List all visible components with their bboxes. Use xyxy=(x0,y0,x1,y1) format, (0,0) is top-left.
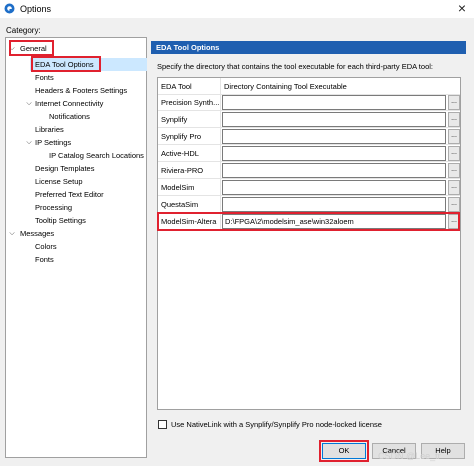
header-column-divider xyxy=(220,78,221,94)
browse-button[interactable]: ... xyxy=(448,95,460,110)
tool-path-input[interactable] xyxy=(222,180,446,195)
column-divider xyxy=(220,196,221,213)
panel-header: EDA Tool Options xyxy=(151,41,466,54)
tree-item-ip-settings[interactable]: IP Settings xyxy=(35,136,71,149)
table-row: Synplify Pro ... xyxy=(158,128,460,145)
column-header-eda-tool: EDA Tool xyxy=(161,79,219,94)
tool-path-input[interactable] xyxy=(222,163,446,178)
nativelink-label: Use NativeLink with a Synplify/Synplify … xyxy=(171,420,382,429)
table-row: Precision Synth... ... xyxy=(158,94,460,111)
tree-item-notifications[interactable]: Notifications xyxy=(49,110,90,123)
watermark: CSDN @Lee_tr xyxy=(378,451,441,461)
eda-tool-table: EDA Tool Directory Containing Tool Execu… xyxy=(157,77,461,410)
tool-path-input[interactable] xyxy=(222,129,446,144)
options-dialog: Options × Category: ⌵ General EDA Tool O… xyxy=(0,0,474,466)
tool-path-input[interactable] xyxy=(222,197,446,212)
highlight-box-ok xyxy=(319,440,369,462)
column-divider xyxy=(220,145,221,162)
tree-item-fonts[interactable]: Fonts xyxy=(35,71,54,84)
browse-button[interactable]: ... xyxy=(448,112,460,127)
tool-path-input[interactable] xyxy=(222,146,446,161)
quartus-app-icon xyxy=(4,3,15,14)
tree-item-messages-fonts[interactable]: Fonts xyxy=(35,253,54,266)
table-row: Active-HDL ... xyxy=(158,145,460,162)
highlight-box-modelsim-altera xyxy=(157,212,460,231)
tree-item-internet-connectivity[interactable]: Internet Connectivity xyxy=(35,97,103,110)
tree-item-libraries[interactable]: Libraries xyxy=(35,123,64,136)
tool-name: QuestaSim xyxy=(159,197,220,212)
table-row: Riviera-PRO ... xyxy=(158,162,460,179)
tree-item-headers-footers[interactable]: Headers & Footers Settings xyxy=(35,84,127,97)
highlight-box-eda-tool-options xyxy=(31,56,101,72)
category-label: Category: xyxy=(6,26,41,35)
table-row: ModelSim ... xyxy=(158,179,460,196)
table-row: Synplify ... xyxy=(158,111,460,128)
tree-item-preferred-text-editor[interactable]: Preferred Text Editor xyxy=(35,188,104,201)
tool-name: Precision Synth... xyxy=(159,95,220,110)
column-divider xyxy=(220,179,221,196)
tree-item-tooltip-settings[interactable]: Tooltip Settings xyxy=(35,214,86,227)
title-bar: Options × xyxy=(0,0,474,18)
tree-item-processing[interactable]: Processing xyxy=(35,201,72,214)
tool-path-input[interactable] xyxy=(222,112,446,127)
browse-button[interactable]: ... xyxy=(448,180,460,195)
column-divider xyxy=(220,162,221,179)
browse-button[interactable]: ... xyxy=(448,163,460,178)
browse-button[interactable]: ... xyxy=(448,146,460,161)
column-divider xyxy=(220,128,221,145)
browse-button[interactable]: ... xyxy=(448,129,460,144)
column-divider xyxy=(220,111,221,128)
instructions-text: Specify the directory that contains the … xyxy=(157,62,433,71)
table-row: QuestaSim ... xyxy=(158,196,460,213)
column-divider xyxy=(220,94,221,111)
tree-item-colors[interactable]: Colors xyxy=(35,240,57,253)
browse-button[interactable]: ... xyxy=(448,197,460,212)
nativelink-checkbox[interactable] xyxy=(158,420,167,429)
tool-name: Synplify Pro xyxy=(159,129,220,144)
tool-path-input[interactable] xyxy=(222,95,446,110)
tool-name: Riviera-PRO xyxy=(159,163,220,178)
tree-item-messages[interactable]: Messages xyxy=(20,227,54,240)
chevron-down-icon[interactable]: ⌵ xyxy=(25,136,33,149)
close-icon[interactable]: × xyxy=(454,1,470,17)
highlight-box-general xyxy=(9,40,54,56)
window-title: Options xyxy=(20,4,52,14)
tree-item-ip-catalog-search[interactable]: IP Catalog Search Locations xyxy=(49,149,144,162)
chevron-down-icon[interactable]: ⌵ xyxy=(25,97,33,110)
tree-item-license-setup[interactable]: License Setup xyxy=(35,175,83,188)
category-tree[interactable]: ⌵ General EDA Tool Options Fonts Headers… xyxy=(5,37,147,458)
tool-name: ModelSim xyxy=(159,180,220,195)
column-header-directory: Directory Containing Tool Executable xyxy=(224,79,444,94)
tree-item-design-templates[interactable]: Design Templates xyxy=(35,162,94,175)
tool-name: Active-HDL xyxy=(159,146,220,161)
tool-name: Synplify xyxy=(159,112,220,127)
chevron-down-icon[interactable]: ⌵ xyxy=(8,227,16,240)
